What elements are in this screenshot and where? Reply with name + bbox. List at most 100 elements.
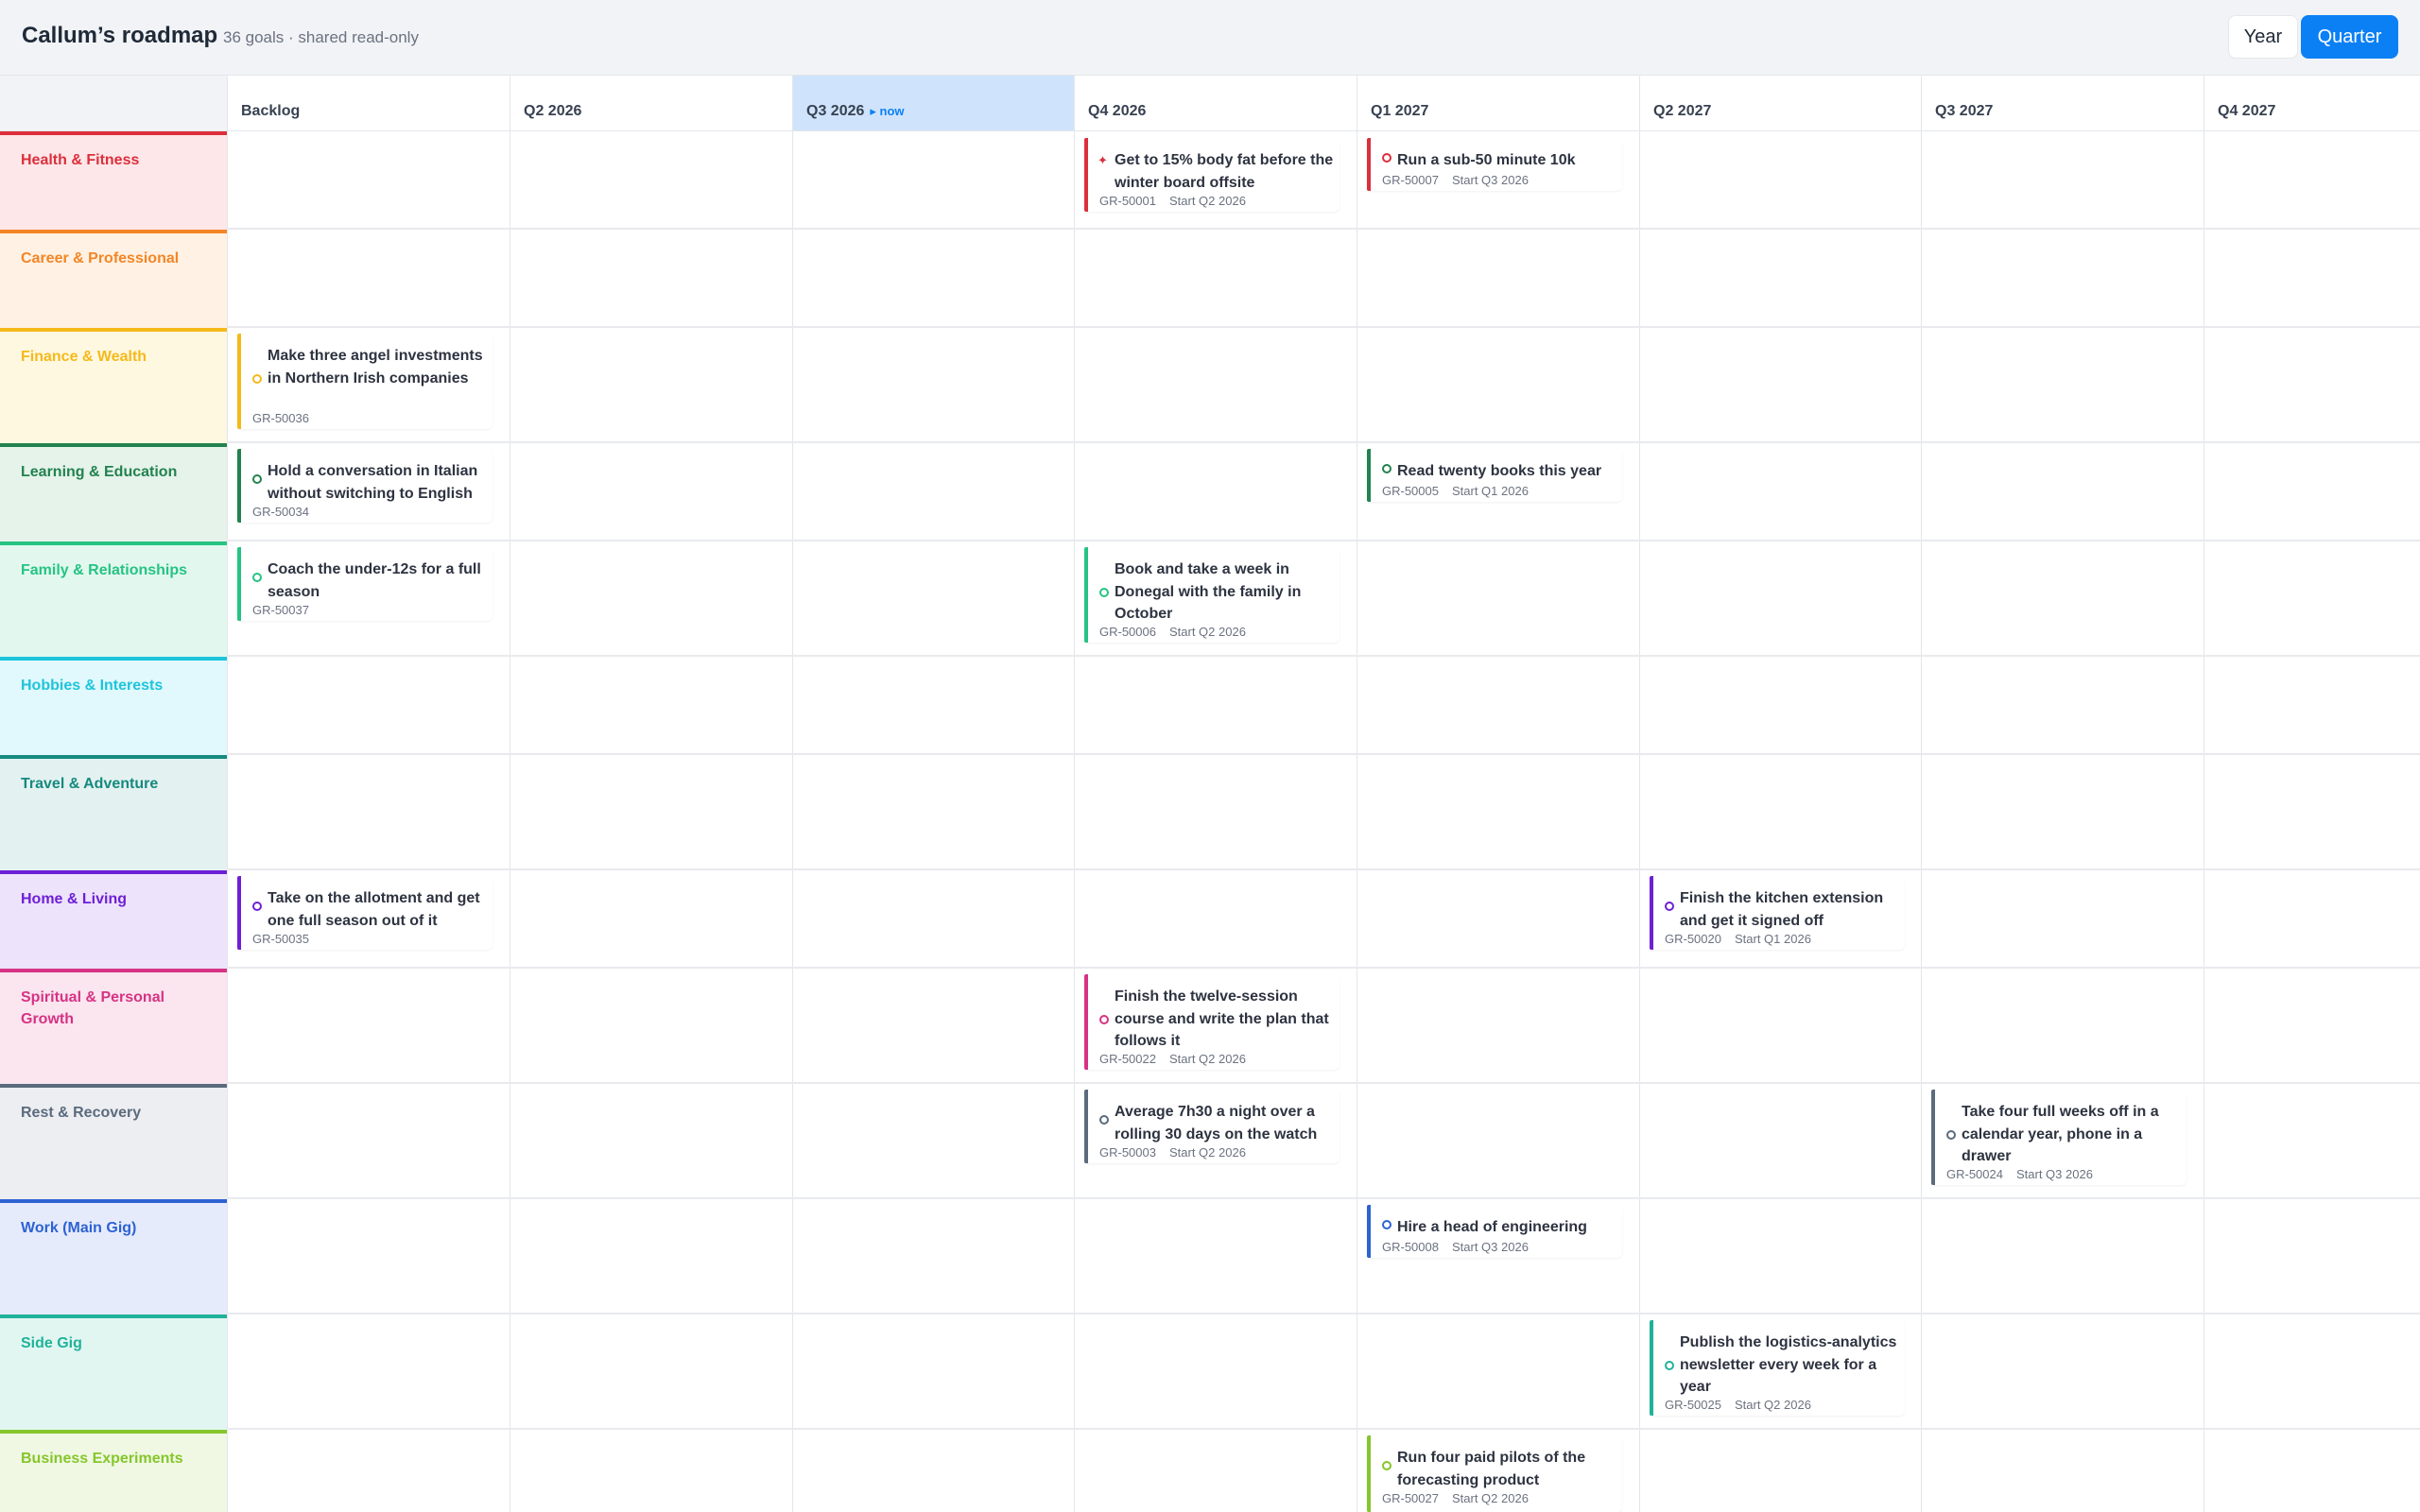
lane-label: Health & Fitness: [21, 152, 140, 168]
goal-start: Start Q2 2026: [1168, 625, 1246, 639]
goal-card[interactable]: Book and take a week in Donegal with the…: [1084, 547, 1340, 643]
goal-card[interactable]: Finish the kitchen extension and get it …: [1650, 876, 1905, 950]
circle-icon: [252, 573, 262, 582]
lane-rest-recovery[interactable]: Rest & Recovery: [0, 1084, 227, 1199]
goal-start: Start Q2 2026: [1451, 1491, 1529, 1505]
grid-line: [1074, 131, 1075, 1512]
goal-card[interactable]: Hold a conversation in Italian without s…: [237, 449, 493, 523]
goal-card[interactable]: Coach the under-12s for a full season GR…: [237, 547, 493, 621]
circle-icon: [1099, 588, 1109, 597]
column-header-q3-2027: Q3 2027: [1921, 76, 2204, 131]
page-title: Callum’s roadmap: [22, 23, 218, 48]
lane-label: Travel & Adventure: [21, 776, 159, 792]
goal-title: Publish the logistics-analytics newslett…: [1680, 1334, 1897, 1395]
lane-side-gig[interactable]: Side Gig: [0, 1314, 227, 1430]
column-header-q4-2026: Q4 2026: [1074, 76, 1357, 131]
star-icon: ✦: [1098, 153, 1108, 167]
goal-meta: GR-50008 Start Q3 2026: [1382, 1240, 1529, 1254]
goal-card[interactable]: Take on the allotment and get one full s…: [237, 876, 493, 950]
lane-learning-education[interactable]: Learning & Education: [0, 443, 227, 541]
circle-icon: [1665, 1361, 1674, 1370]
row-line: [227, 540, 2420, 541]
goal-start: Start Q3 2026: [2015, 1167, 2093, 1181]
row-line: [227, 228, 2420, 230]
lane-career-professional[interactable]: Career & Professional: [0, 230, 227, 328]
column-label: Q4 2027: [2218, 103, 2276, 119]
goal-start: Start Q1 2026: [1451, 484, 1529, 498]
goal-card[interactable]: Run four paid pilots of the forecasting …: [1367, 1435, 1622, 1512]
goal-card[interactable]: Make three angel investments in Northern…: [237, 334, 493, 429]
column-label: Q1 2027: [1371, 103, 1429, 119]
goal-id: GR-50037: [252, 603, 309, 617]
goal-title: Hire a head of engineering: [1397, 1219, 1587, 1235]
goal-title: Take on the allotment and get one full s…: [268, 890, 480, 929]
goal-card[interactable]: Publish the logistics-analytics newslett…: [1650, 1320, 1905, 1416]
lane-label: Career & Professional: [21, 250, 180, 266]
goal-card[interactable]: Hire a head of engineering GR-50008 Start…: [1367, 1205, 1622, 1258]
grid-line: [227, 131, 228, 1512]
goal-meta: GR-50027 Start Q2 2026: [1382, 1491, 1529, 1505]
goal-title: Hold a conversation in Italian without s…: [268, 463, 478, 502]
goal-card[interactable]: ✦ Get to 15% body fat before the winter …: [1084, 138, 1340, 212]
goal-title: Coach the under-12s for a full season: [268, 561, 481, 600]
goal-meta: GR-50025 Start Q2 2026: [1665, 1398, 1811, 1412]
row-line: [227, 326, 2420, 328]
lane-label: Family & Relationships: [21, 562, 188, 578]
column-header-backlog: Backlog: [227, 76, 510, 131]
goal-title: Run four paid pilots of the forecasting …: [1397, 1450, 1586, 1488]
column-header-q3-2026: Q3 2026 ▸ now: [792, 76, 1074, 131]
column-header-q2-2027: Q2 2027: [1639, 76, 1921, 131]
lane-hobbies-interests[interactable]: Hobbies & Interests: [0, 657, 227, 755]
goal-meta: GR-50007 Start Q3 2026: [1382, 173, 1529, 187]
lane-label: Rest & Recovery: [21, 1105, 142, 1121]
view-quarter-button[interactable]: Quarter: [2301, 15, 2398, 59]
lane-finance-wealth[interactable]: Finance & Wealth: [0, 328, 227, 443]
circle-icon: [1946, 1130, 1956, 1140]
lane-spiritual-personal-growth[interactable]: Spiritual & Personal Growth: [0, 969, 227, 1084]
goal-title: Average 7h30 a night over a rolling 30 d…: [1115, 1104, 1318, 1143]
circle-icon: [252, 474, 262, 484]
goal-id: GR-50005: [1382, 484, 1439, 498]
goal-meta: GR-50001 Start Q2 2026: [1099, 194, 1246, 208]
view-year-button[interactable]: Year: [2228, 15, 2298, 59]
page-subtitle: 36 goals · shared read-only: [223, 28, 419, 46]
lane-home-living[interactable]: Home & Living: [0, 870, 227, 969]
goal-card[interactable]: Average 7h30 a night over a rolling 30 d…: [1084, 1090, 1340, 1163]
row-line: [227, 1313, 2420, 1314]
lane-travel-adventure[interactable]: Travel & Adventure: [0, 755, 227, 870]
goal-id: GR-50006: [1099, 625, 1156, 639]
goal-card[interactable]: Take four full weeks off in a calendar y…: [1931, 1090, 2187, 1185]
column-header-q4-2027: Q4 2027: [2204, 76, 2420, 131]
goal-card[interactable]: Finish the twelve-session course and wri…: [1084, 974, 1340, 1070]
goal-meta: GR-50037: [252, 603, 309, 617]
lane-business-experiments[interactable]: Business Experiments: [0, 1430, 227, 1512]
lane-label: Business Experiments: [21, 1451, 183, 1467]
grid-corner: [0, 76, 227, 131]
row-line: [227, 868, 2420, 870]
goal-meta: GR-50034: [252, 505, 309, 519]
circle-icon: [1099, 1015, 1109, 1024]
goal-id: GR-50034: [252, 505, 309, 519]
goal-card[interactable]: Run a sub-50 minute 10k GR-50007 Start Q3…: [1367, 138, 1622, 191]
row-line: [227, 1082, 2420, 1084]
goal-title: Finish the kitchen extension and get it …: [1680, 890, 1884, 929]
column-label: Q4 2026: [1088, 103, 1147, 119]
goal-card[interactable]: Read twenty books this year GR-50005 Star…: [1367, 449, 1622, 502]
goal-start: Start Q3 2026: [1451, 1240, 1529, 1254]
circle-icon: [1382, 153, 1392, 163]
goal-id: GR-50025: [1665, 1398, 1721, 1412]
goal-id: GR-50024: [1946, 1167, 2003, 1181]
goal-start: Start Q1 2026: [1734, 932, 1811, 946]
lane-work-main-gig[interactable]: Work (Main Gig): [0, 1199, 227, 1314]
lane-label: Work (Main Gig): [21, 1220, 137, 1236]
goal-start: Start Q2 2026: [1168, 194, 1246, 208]
circle-icon: [1099, 1115, 1109, 1125]
circle-icon: [1382, 1220, 1392, 1229]
lane-family-relationships[interactable]: Family & Relationships: [0, 541, 227, 657]
roadmap-grid: Backlog Q2 2026 Q3 2026 ▸ now Q4 2026 Q1 …: [0, 76, 2420, 1512]
now-marker: ▸ now: [870, 104, 905, 118]
goal-title: Book and take a week in Donegal with the…: [1115, 561, 1302, 622]
column-label: Q3 2027: [1935, 103, 1994, 119]
column-label: Q3 2026: [806, 103, 865, 119]
lane-health-fitness[interactable]: Health & Fitness: [0, 131, 227, 230]
